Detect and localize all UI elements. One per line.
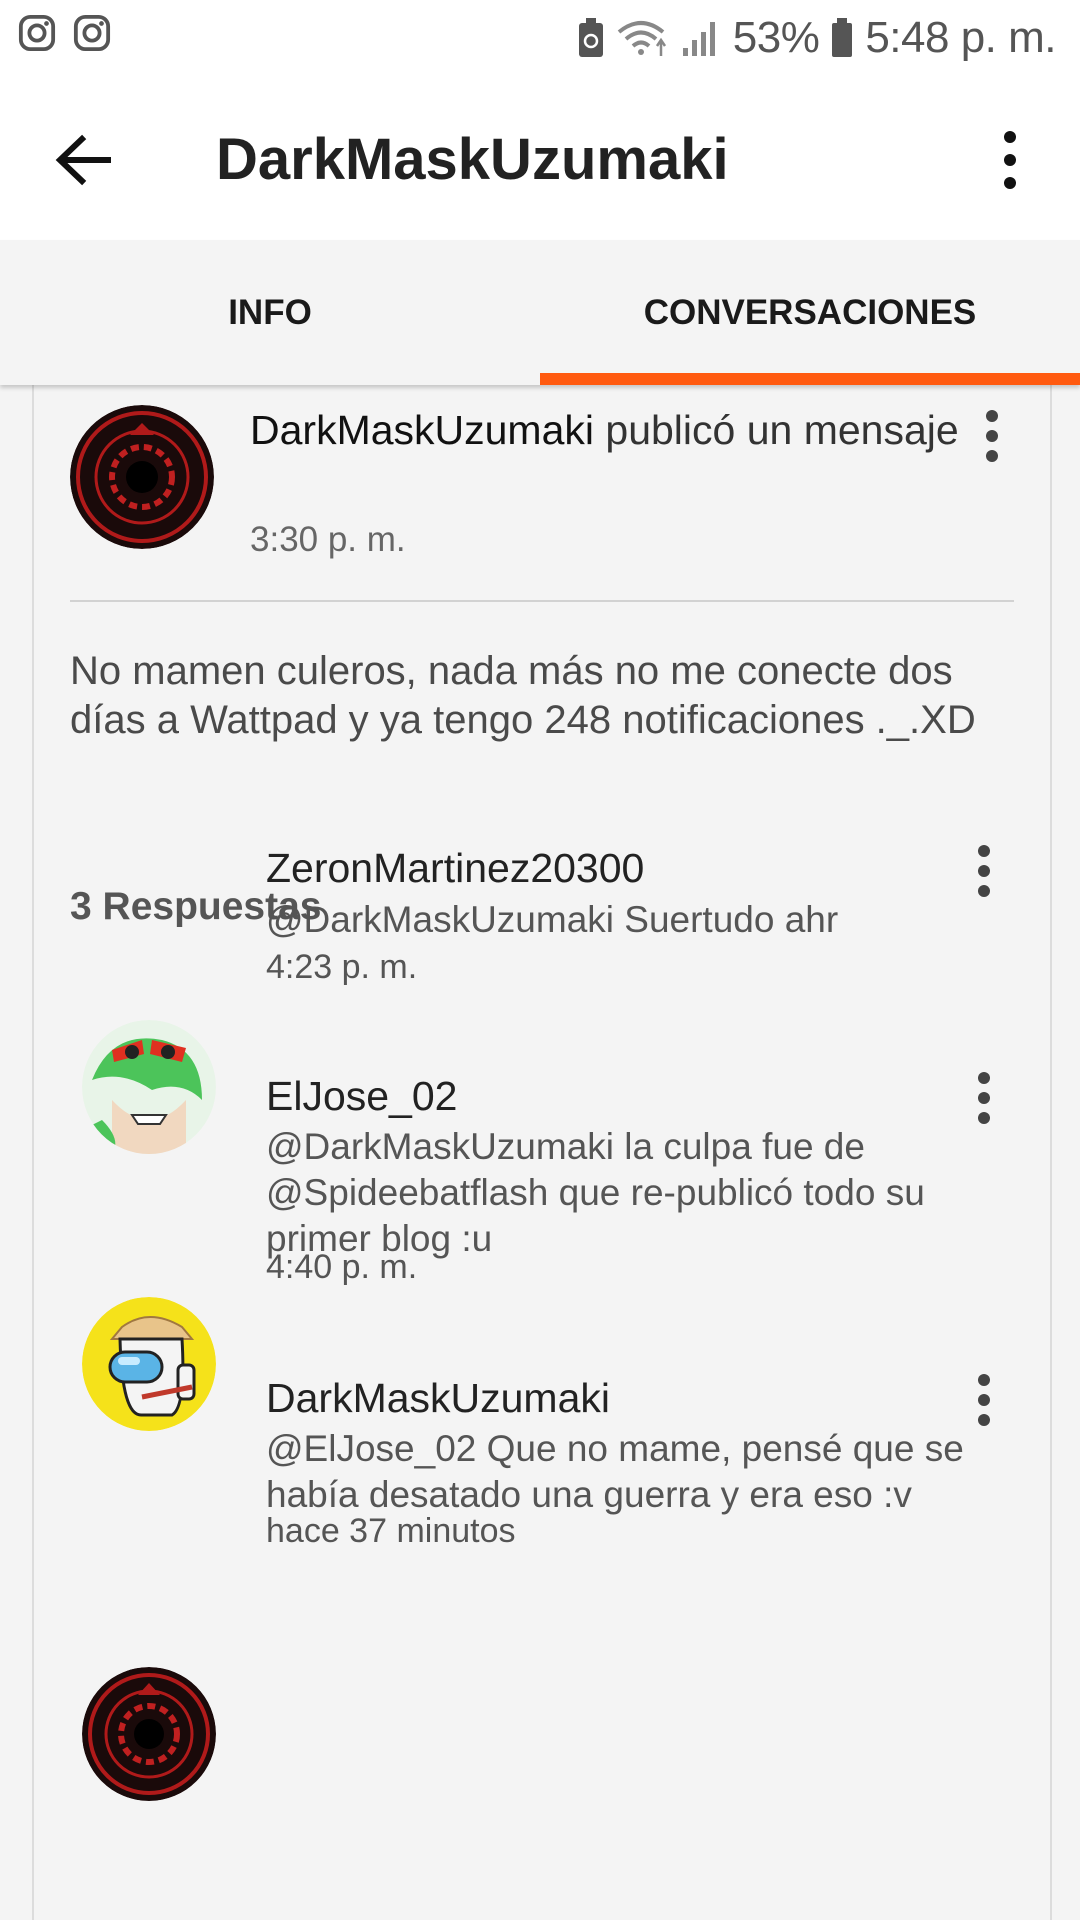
avatar[interactable] xyxy=(82,1297,216,1431)
back-arrow-icon[interactable] xyxy=(50,125,120,195)
instagram-icon xyxy=(73,14,111,52)
emblem-avatar-image xyxy=(70,405,214,549)
reply-text: @ElJose_02 Que no mame, pensé que se hab… xyxy=(266,1428,964,1515)
battery-icon xyxy=(832,18,853,57)
reply-more-options-icon[interactable] xyxy=(964,1369,1004,1439)
reply-author-darkmask[interactable]: DarkMaskUzumaki xyxy=(266,1375,610,1422)
more-options-icon[interactable] xyxy=(980,125,1040,195)
reply-more-options-icon[interactable] xyxy=(964,1067,1004,1137)
status-time: 5:48 p. m. xyxy=(865,13,1056,62)
app-bar: DarkMaskUzumaki xyxy=(0,75,1080,240)
tab-conversaciones[interactable]: CONVERSACIONES xyxy=(540,240,1080,385)
avatar[interactable] xyxy=(82,1020,216,1154)
reply-time: 4:23 p. m. xyxy=(266,948,418,986)
among-us-character-avatar-image xyxy=(82,1297,216,1431)
page-title: DarkMaskUzumaki xyxy=(216,127,729,192)
wifi-icon xyxy=(617,21,666,56)
reply-text: @DarkMaskUzumaki la culpa fue de @Spidee… xyxy=(266,1126,925,1259)
tab-bar: INFO CONVERSACIONES xyxy=(0,240,1080,385)
reply-more-options-icon[interactable] xyxy=(964,840,1004,910)
post-more-options-icon[interactable] xyxy=(972,405,1012,475)
tab-info[interactable]: INFO xyxy=(0,240,540,385)
post-author[interactable]: DarkMaskUzumaki xyxy=(250,407,594,453)
avatar[interactable] xyxy=(70,405,214,549)
reply-author-eljose[interactable]: ElJose_02 xyxy=(266,1073,457,1120)
post-action: publicó un mensaje xyxy=(594,407,959,453)
reply-time: 4:40 p. m. xyxy=(266,1248,418,1286)
post-body: No mamen culeros, nada más no me conecte… xyxy=(70,649,976,742)
post-time: 3:30 p. m. xyxy=(250,520,406,559)
post-header: DarkMaskUzumaki publicó un mensaje xyxy=(250,405,970,455)
reply-text: @DarkMaskUzumaki Suertudo ahr xyxy=(266,899,839,940)
status-bar: 53% 5:48 p. m. xyxy=(0,0,1080,75)
reply-time: hace 37 minutos xyxy=(266,1512,516,1550)
divider xyxy=(70,600,1014,602)
signal-icon xyxy=(682,22,715,56)
anime-character-avatar-image xyxy=(82,1020,216,1154)
active-tab-indicator xyxy=(540,373,1080,385)
avatar[interactable] xyxy=(82,1667,216,1801)
battery-saver-icon xyxy=(578,18,603,57)
instagram-icon xyxy=(18,14,56,52)
reply-author-zeron[interactable]: ZeronMartinez20300 xyxy=(266,845,644,892)
battery-percent: 53% xyxy=(732,13,820,62)
emblem-avatar-image xyxy=(82,1667,216,1801)
conversation-card: DarkMaskUzumaki publicó un mensaje 3:30 … xyxy=(32,385,1052,1920)
